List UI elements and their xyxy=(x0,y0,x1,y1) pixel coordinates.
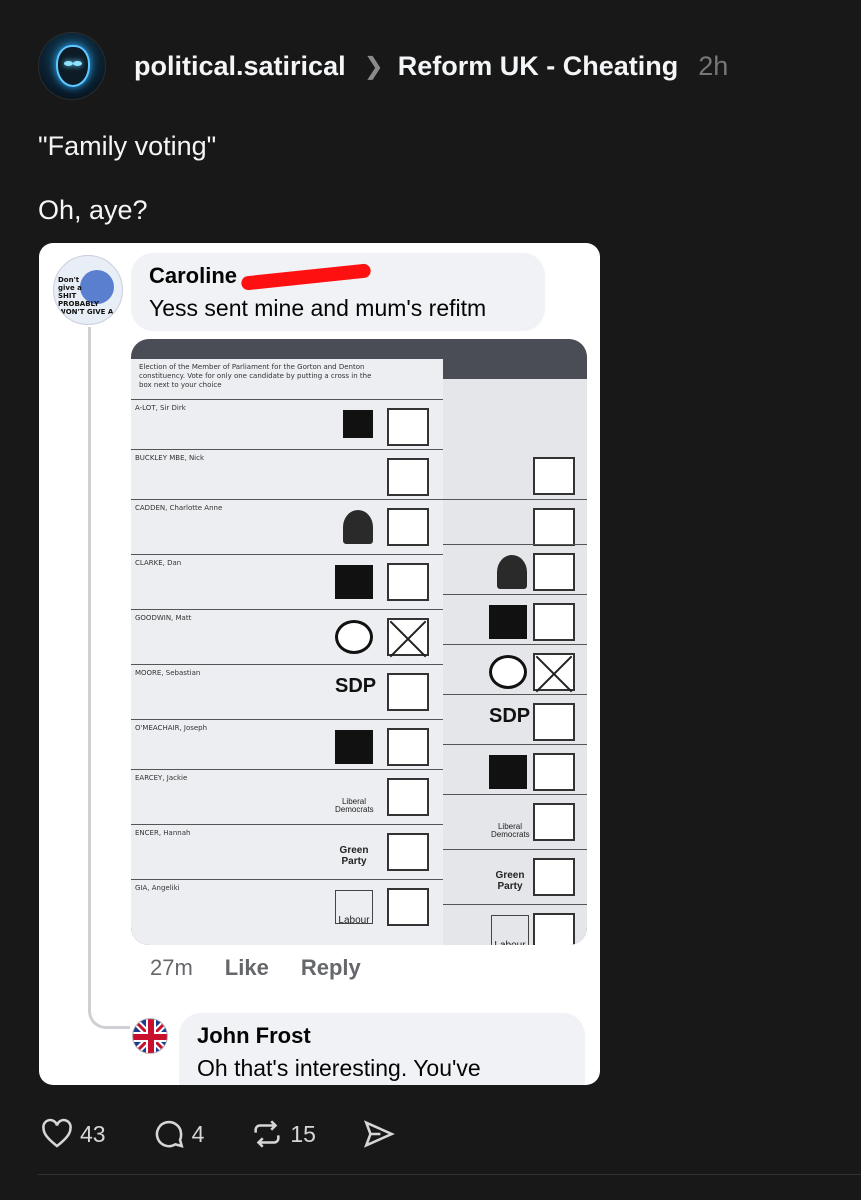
embedded-screenshot[interactable]: Don't give a SHIT PROBABLY WON'T GIVE A Caro… xyxy=(39,243,600,1085)
candidate-name: CLARKE, Dan xyxy=(135,559,182,567)
commenter-avatar: Don't give a SHIT PROBABLY WON'T GIVE A xyxy=(53,255,123,325)
candidate-name: CADDEN, Charlotte Anne xyxy=(135,504,223,512)
reply-count: 4 xyxy=(191,1120,205,1147)
candidate-name: GOODWIN, Matt xyxy=(135,614,192,622)
comment-icon xyxy=(155,1120,184,1148)
candidate-name: BUCKLEY MBE, Nick xyxy=(135,454,205,462)
candidate-name: EARCEY, Jackie xyxy=(135,774,188,782)
post-caption-line-1: "Family voting" xyxy=(38,131,217,161)
commenter-name: Caroline xyxy=(149,263,238,288)
ballot-photo: SDP LiberalDemocrats GreenParty Labour E… xyxy=(131,339,587,945)
reply-bubble: John Frost Oh that's interesting. You've xyxy=(179,1013,585,1085)
ballot-header: Election of the Member of Parliament for… xyxy=(139,363,372,389)
chevron-right-icon: ❯ xyxy=(363,52,384,80)
candidate-name: ENCER, Hannah xyxy=(135,829,191,837)
comment-actions: 27m Like Reply xyxy=(150,955,361,981)
heart-icon xyxy=(42,1118,72,1148)
repost-count: 15 xyxy=(290,1120,316,1147)
post-caption-line-2: Oh, aye? xyxy=(38,195,148,225)
like-button[interactable]: 43 xyxy=(40,1117,106,1151)
send-icon xyxy=(363,1120,395,1148)
engagement-bar: 43 4 15 xyxy=(40,1116,442,1152)
candidate-name: A-LOT, Sir Dirk xyxy=(135,404,186,412)
post-divider xyxy=(38,1174,861,1175)
ballot-paper-front: Election of the Member of Parliament for… xyxy=(131,359,443,945)
reply-button[interactable]: 4 xyxy=(152,1117,205,1151)
reply-author-name: John Frost xyxy=(197,1023,311,1048)
reply-link: Reply xyxy=(300,955,361,980)
author-avatar[interactable] xyxy=(38,32,106,100)
redaction-scribble xyxy=(240,263,372,291)
repost-button[interactable]: 15 xyxy=(250,1117,316,1151)
ballot-paper-back: SDP LiberalDemocrats GreenParty Labour xyxy=(439,379,587,945)
thread-connector xyxy=(88,327,130,1029)
post-header: political.satirical ❯ Reform UK - Cheati… xyxy=(38,32,728,100)
marked-vote-box xyxy=(387,618,429,656)
candidate-name: GIA, Angeliki xyxy=(135,884,180,892)
comment-text: Yess sent mine and mum's refitm xyxy=(149,295,487,321)
like-count: 43 xyxy=(80,1120,106,1147)
author-username[interactable]: political.satirical xyxy=(134,51,346,82)
reply-text: Oh that's interesting. You've xyxy=(197,1055,481,1081)
repost-icon xyxy=(254,1120,280,1148)
comment-time: 27m xyxy=(150,955,193,980)
topic-tag[interactable]: Reform UK - Cheating xyxy=(398,51,679,82)
union-jack-avatar xyxy=(132,1018,168,1054)
candidate-name: O'MEACHAIR, Joseph xyxy=(135,724,208,732)
post-timestamp: 2h xyxy=(698,50,729,81)
share-button[interactable] xyxy=(362,1117,396,1151)
candidate-name: MOORE, Sebastian xyxy=(135,669,201,677)
comment-bubble: Caroline Yess sent mine and mum's refitm xyxy=(131,253,545,331)
sdp-logo: SDP xyxy=(335,675,377,697)
like-link: Like xyxy=(224,955,269,980)
